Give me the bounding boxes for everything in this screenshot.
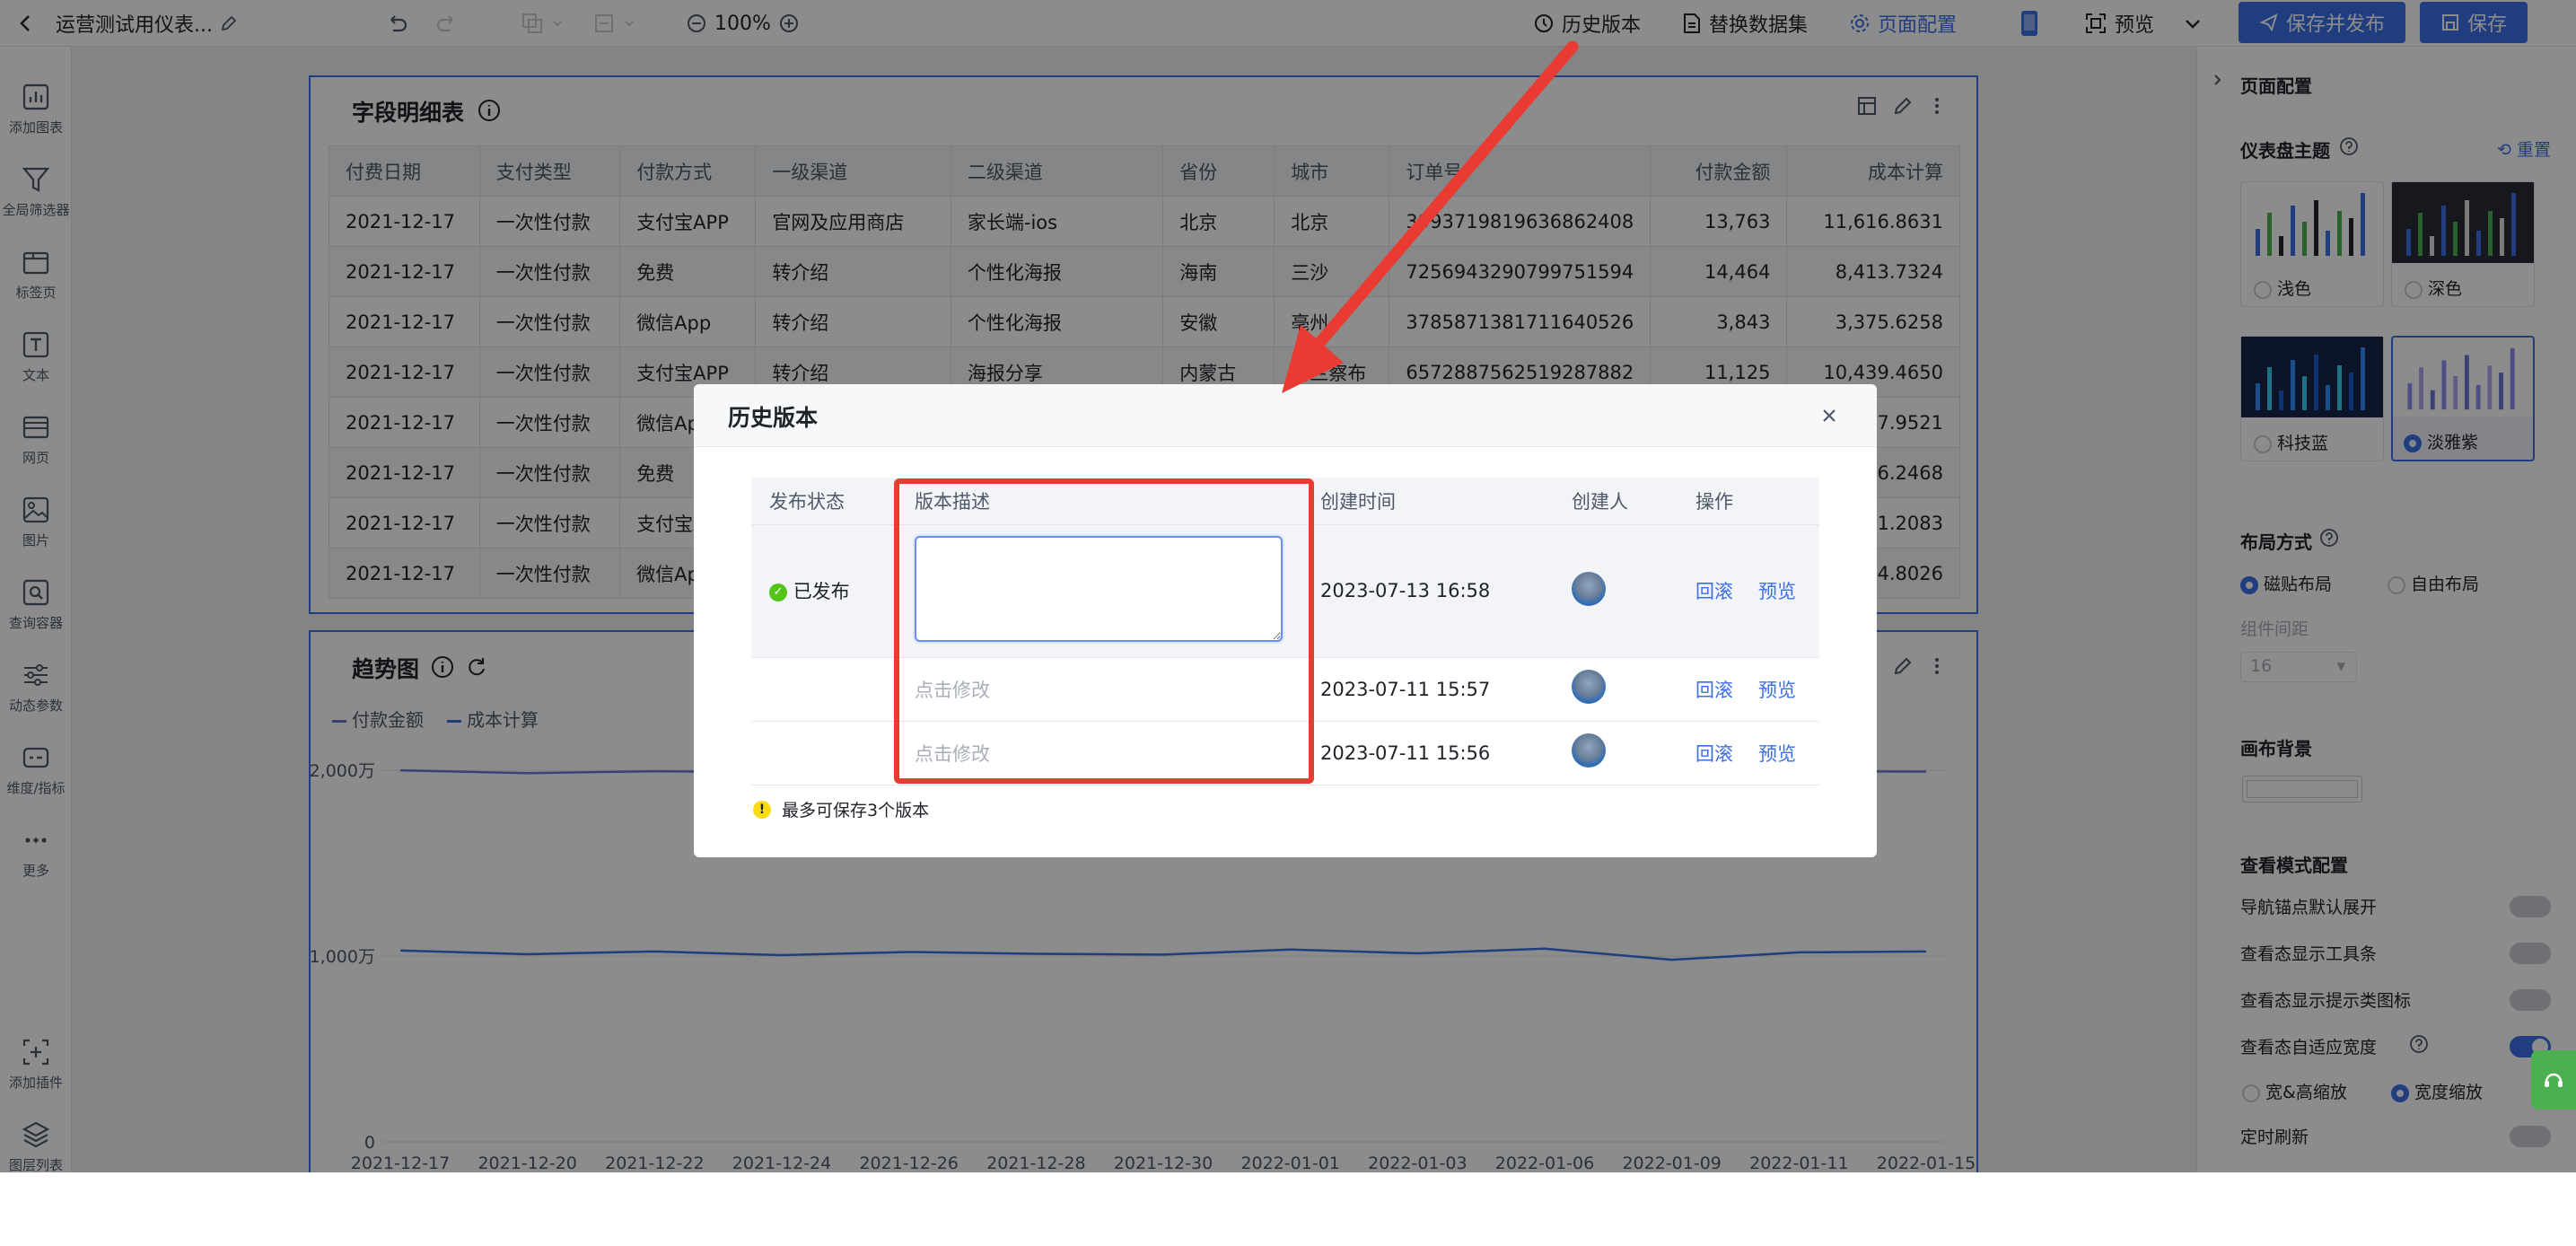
created-time: 2023-07-11 15:57 — [1302, 657, 1554, 722]
column-header: 创建人 — [1554, 478, 1678, 525]
version-limit-text: 最多可保存3个版本 — [782, 801, 930, 820]
column-header: 发布状态 — [751, 478, 897, 525]
status-cell — [751, 657, 897, 722]
actions-cell: 回滚 预览 — [1678, 721, 1819, 785]
close-icon[interactable] — [1819, 406, 1839, 426]
customer-service-button[interactable] — [2531, 1050, 2576, 1110]
status-published-label: 已发布 — [793, 581, 850, 602]
column-header: 创建时间 — [1302, 478, 1554, 525]
creator-cell — [1554, 721, 1678, 785]
annotation-highlight-box — [894, 478, 1314, 784]
created-time: 2023-07-11 15:56 — [1302, 721, 1554, 785]
headset-icon — [2545, 1073, 2563, 1087]
modal-title: 历史版本 — [728, 405, 819, 431]
creator-cell — [1554, 657, 1678, 722]
rollback-link[interactable]: 回滚 — [1695, 743, 1733, 765]
rollback-link[interactable]: 回滚 — [1695, 581, 1733, 602]
actions-cell: 回滚 预览 — [1678, 524, 1819, 658]
dashboard-editor: 运营测试用仪表... 100% 历史版本 替换数据集 页面配置 预览 保存并发布… — [0, 0, 2576, 1172]
creator-cell — [1554, 524, 1678, 658]
version-limit-note: ! 最多可保存3个版本 — [753, 797, 929, 821]
check-circle-icon: ✓ — [769, 584, 787, 601]
status-cell — [751, 721, 897, 785]
column-header: 操作 — [1678, 478, 1819, 525]
avatar — [1572, 733, 1606, 768]
warning-icon: ! — [753, 800, 771, 819]
created-time: 2023-07-13 16:58 — [1302, 524, 1554, 658]
modal-header: 历史版本 — [694, 384, 1877, 447]
actions-cell: 回滚 预览 — [1678, 657, 1819, 722]
status-cell: ✓ 已发布 — [751, 524, 897, 658]
rollback-link[interactable]: 回滚 — [1695, 680, 1733, 701]
avatar — [1572, 670, 1606, 704]
preview-link[interactable]: 预览 — [1758, 743, 1796, 765]
preview-link[interactable]: 预览 — [1758, 581, 1796, 602]
avatar — [1572, 571, 1606, 606]
preview-link[interactable]: 预览 — [1758, 680, 1796, 701]
